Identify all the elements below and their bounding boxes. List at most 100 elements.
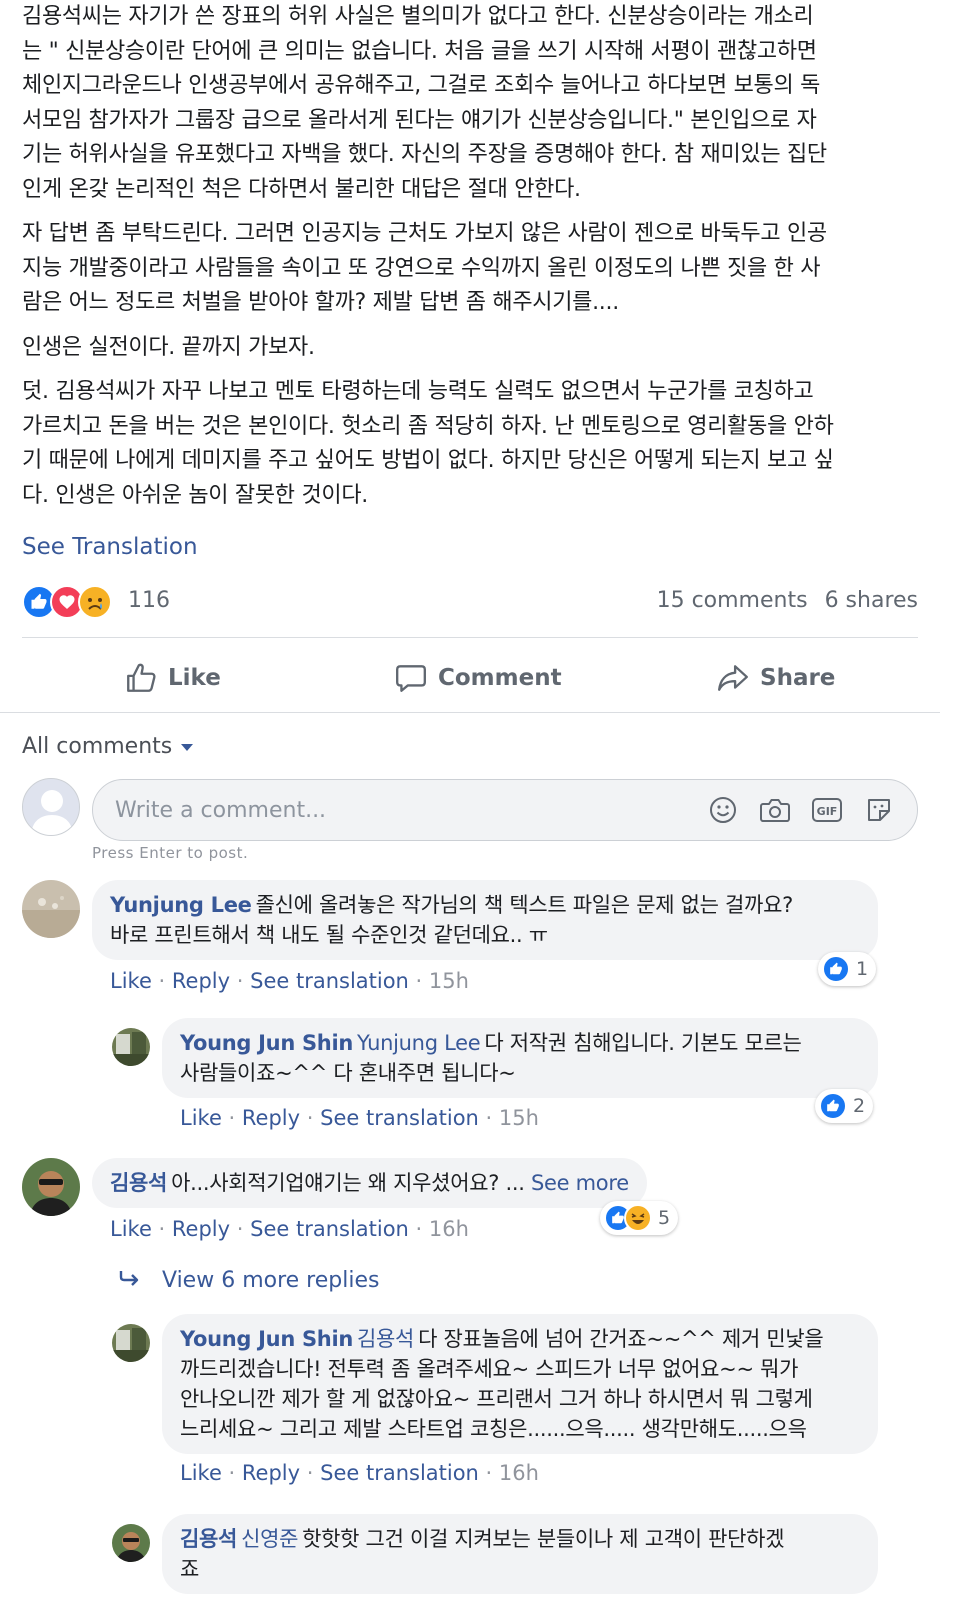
post-body: 김용석씨는 자기가 쓴 장표의 허위 사실은 별의미가 없다고 한다. 신분상승…	[22, 0, 922, 513]
divider	[22, 637, 918, 638]
comment-composer: GIF	[92, 779, 918, 841]
reaction-count: 5	[658, 1207, 671, 1229]
comment-author[interactable]: Yunjung Lee	[110, 893, 252, 917]
reaction-count[interactable]: 116	[128, 588, 170, 613]
post-line: 기는 허위사실을 유포했다고 자백을 했다. 자신의 주장을 증명해야 한다. …	[22, 142, 827, 167]
like-button-label: Like	[168, 665, 221, 691]
comment-text: 바로 프린트해서 책 내도 될 수준인것 같던데요.. ㅠ	[110, 923, 548, 947]
comment-reaction-badge[interactable]: 1	[818, 952, 877, 986]
avatar[interactable]	[112, 1028, 150, 1066]
comment-bubble: Young Jun Shin 김용석 다 장표놀음에 넘어 간거죠~~^^ 제거 민…	[162, 1314, 878, 1454]
comment-filter-dropdown[interactable]: All comments	[22, 734, 194, 759]
share-button[interactable]: Share	[716, 656, 835, 700]
shares-count[interactable]: 6 shares	[825, 588, 918, 613]
like-link[interactable]: Like	[180, 1106, 222, 1130]
like-reaction-icon	[819, 1092, 847, 1120]
post-line: 인게 온갖 논리적인 척은 다하면서 불리한 대답은 절대 안한다.	[22, 176, 581, 202]
see-more-link[interactable]: See more	[531, 1171, 629, 1195]
comment-text: 안나오니깐 제가 할 게 없잖아요~ 프리랜서 그거 하나 하시면서 뭐 그렇게	[180, 1387, 813, 1411]
post-line: 람은 어느 정도르 처벌을 받아야 할까? 제발 답변 좀 해주시기를....	[22, 290, 619, 315]
comment-text: 느리세요~ 그리고 제발 스타트업 코칭은......으윽..... 생각만해도…	[180, 1417, 807, 1441]
comment-author[interactable]: Young Jun Shin	[180, 1031, 353, 1055]
comment-author[interactable]: 김용석	[180, 1527, 237, 1551]
comment-button[interactable]: Comment	[394, 656, 562, 700]
composer-icons: GIF	[687, 794, 895, 826]
my-avatar	[22, 778, 80, 836]
avatar[interactable]	[22, 880, 80, 938]
timestamp[interactable]: 16h	[429, 1217, 469, 1241]
timestamp[interactable]: 15h	[429, 969, 469, 993]
reactions-summary: 116 15 comments 6 shares	[22, 585, 918, 621]
comment-input[interactable]	[115, 780, 675, 840]
comment-author[interactable]: Young Jun Shin	[180, 1327, 353, 1351]
like-link[interactable]: Like	[180, 1461, 222, 1485]
comment-text: 졸신에 올려놓은 작가님의 책 텍스트 파일은 문제 없는 걸까요?	[255, 893, 794, 917]
mention-tag[interactable]: 김용석	[357, 1327, 414, 1351]
comment-filter-label: All comments	[22, 734, 173, 759]
sticker-icon[interactable]	[863, 794, 895, 826]
timestamp[interactable]: 16h	[499, 1461, 539, 1485]
reply-link[interactable]: Reply	[172, 969, 230, 993]
comments-count[interactable]: 15 comments	[657, 588, 808, 613]
comment-reaction-badge[interactable]: 2	[815, 1089, 874, 1123]
sad-reaction-icon	[78, 585, 112, 619]
reply-link[interactable]: Reply	[242, 1106, 300, 1130]
post-line: 지능 개발중이라고 사람들을 속이고 또 강연으로 수익까지 올린 이정도의 나…	[22, 255, 821, 281]
view-more-replies-link[interactable]: View 6 more replies	[118, 1268, 379, 1293]
comment-text: 다 장표놀음에 넘어 간거죠~~^^ 제거 민낯을	[418, 1327, 824, 1351]
see-translation-link[interactable]: See translation	[320, 1461, 479, 1485]
speech-bubble-icon	[396, 665, 426, 692]
gif-icon[interactable]: GIF	[811, 794, 843, 826]
reply-link[interactable]: Reply	[172, 1217, 230, 1241]
avatar[interactable]	[112, 1324, 150, 1362]
comment-text: 사람들이죠~^^ 다 혼내주면 됩니다~	[180, 1061, 516, 1085]
engagement-counts: 15 comments 6 shares	[647, 588, 918, 613]
see-translation-link[interactable]: See Translation	[22, 534, 198, 560]
like-link[interactable]: Like	[110, 969, 152, 993]
svg-text:GIF: GIF	[817, 805, 838, 818]
reaction-count: 2	[853, 1095, 866, 1117]
post-line: 기 때문에 나에게 데미지를 주고 싶어도 방법이 없다. 하지만 당신은 어떻…	[22, 448, 834, 473]
comment-meta: Like · Reply · See translation · 15h	[110, 969, 469, 993]
comment-reaction-badge[interactable]: 5	[600, 1201, 679, 1235]
like-button[interactable]: Like	[124, 656, 221, 700]
haha-reaction-icon	[624, 1204, 652, 1232]
composer-hint: Press Enter to post.	[92, 844, 249, 862]
comment-text: 까드리겠습니다! 전투력 좀 올려주세요~ 스피드가 너무 없어요~~ 뭐가	[180, 1357, 799, 1381]
avatar[interactable]	[112, 1524, 150, 1562]
mention-tag[interactable]: 신영준	[241, 1527, 298, 1551]
caret-down-icon	[181, 744, 194, 751]
view-more-label: View 6 more replies	[162, 1268, 380, 1293]
reaction-count: 1	[856, 958, 869, 980]
camera-icon[interactable]	[759, 794, 791, 826]
comment-text: 핫핫핫 그건 이걸 지켜보는 분들이나 제 고객이 판단하겠	[302, 1527, 785, 1551]
see-translation-link[interactable]: See translation	[320, 1106, 479, 1130]
reply-link[interactable]: Reply	[242, 1461, 300, 1485]
comment-button-label: Comment	[438, 665, 562, 691]
share-button-label: Share	[760, 665, 836, 691]
emoji-icon[interactable]	[707, 794, 739, 826]
avatar[interactable]	[22, 1158, 80, 1216]
timestamp[interactable]: 15h	[499, 1106, 539, 1130]
post-line: 가르치고 돈을 버는 것은 본인이다. 헛소리 좀 적당히 하자. 난 멘토링으…	[22, 413, 834, 439]
post-line: 인생은 실전이다. 끝까지 가보자.	[22, 334, 315, 360]
comment-text: 아...사회적기업얘기는 왜 지우셨어요? ...	[171, 1171, 525, 1195]
post-line: 는 " 신분상승이란 단어에 큰 의미는 없습니다. 처음 글을 쓰기 시작해 …	[22, 38, 817, 64]
comment-bubble: 김용석 신영준 핫핫핫 그건 이걸 지켜보는 분들이나 제 고객이 판단하겠 죠	[162, 1514, 878, 1594]
like-link[interactable]: Like	[110, 1217, 152, 1241]
reaction-icons[interactable]	[22, 585, 112, 619]
divider	[0, 712, 940, 713]
post-line: 덧. 김용석씨가 자꾸 나보고 멘토 타령하는데 능력도 실력도 없으면서 누군…	[22, 379, 814, 404]
post-line: 김용석씨는 자기가 쓴 장표의 허위 사실은 별의미가 없다고 한다. 신분상승…	[22, 4, 814, 29]
comment-text: 다 저작권 침해입니다. 기본도 모르는	[484, 1031, 802, 1055]
post-action-bar: Like Comment Share	[0, 648, 940, 708]
post-line: 서모임 참가자가 그룹장 급으로 올라서게 된다는 얘기가 신분상승입니다." …	[22, 107, 817, 133]
post-line: 자 답변 좀 부탁드린다. 그러면 인공지능 근처도 가보지 않은 사람이 젠으…	[22, 221, 827, 246]
comment-bubble: Yunjung Lee 졸신에 올려놓은 작가님의 책 텍스트 파일은 문제 없는…	[92, 880, 878, 960]
see-translation-link[interactable]: See translation	[250, 969, 409, 993]
mention-tag[interactable]: Yunjung Lee	[357, 1031, 481, 1055]
comment-meta: Like · Reply · See translation · 16h	[110, 1217, 469, 1241]
comment-author[interactable]: 김용석	[110, 1171, 167, 1195]
see-translation-link[interactable]: See translation	[250, 1217, 409, 1241]
like-reaction-icon	[822, 955, 850, 983]
